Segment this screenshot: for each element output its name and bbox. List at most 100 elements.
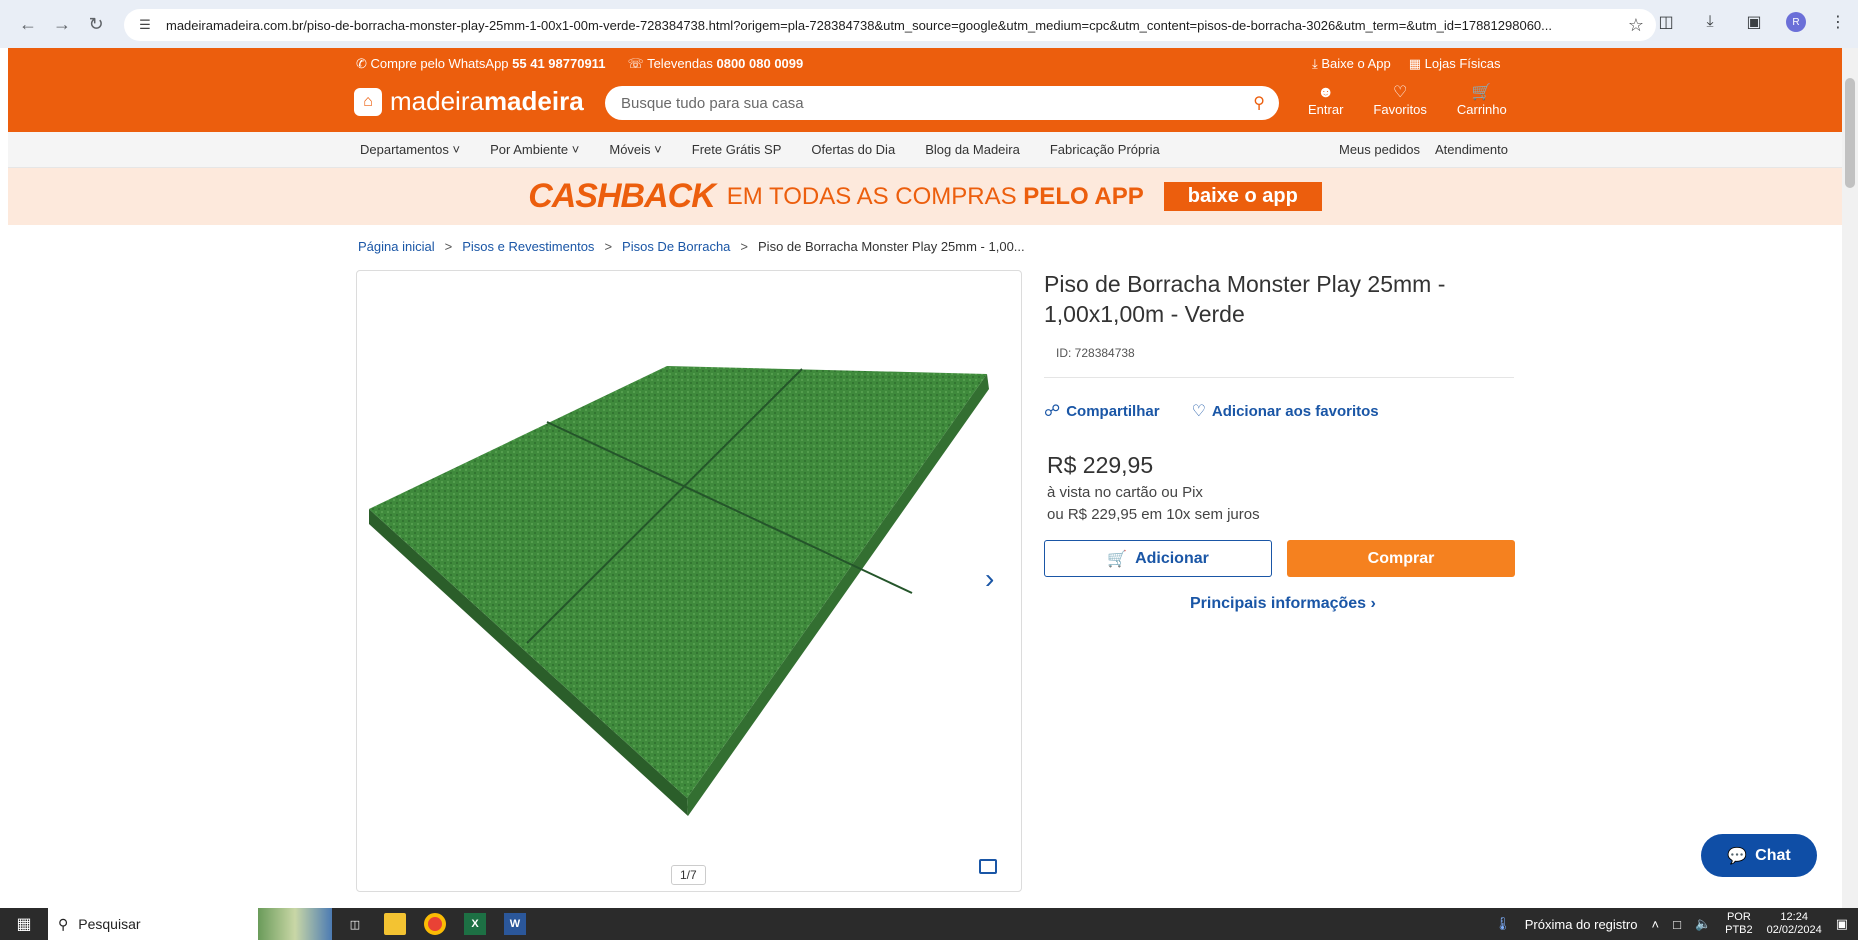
nav-item-ofertas[interactable]: Ofertas do Dia — [811, 142, 895, 157]
tray-expand-icon[interactable]: ˄ — [1651, 917, 1659, 932]
taskbar-apps: ◫ X W — [344, 913, 526, 935]
product-gallery: › 1/7 — [356, 270, 1022, 892]
cashback-subtitle-plain: EM TODAS AS COMPRAS — [726, 182, 1017, 210]
logo-text-bold: madeira — [483, 86, 584, 116]
browser-actions: ◫ ⤓ ▣ R ⋮ — [1654, 10, 1850, 34]
nav-item-fabricacao[interactable]: Fabricação Própria — [1050, 142, 1160, 157]
breadcrumb-home[interactable]: Página inicial — [358, 239, 435, 254]
cart-icon: 🛒 — [1107, 550, 1128, 568]
whatsapp-label: Compre pelo WhatsApp — [370, 56, 509, 71]
chrome-icon[interactable] — [424, 913, 446, 935]
lang-code: POR — [1726, 911, 1751, 923]
taskbar-search[interactable]: ⚲ Pesquisar — [48, 908, 258, 940]
category-nav: Departamentos ˅ Por Ambiente ˅ Móveis ˅ … — [8, 132, 1842, 168]
next-image-arrow-icon[interactable]: › — [985, 563, 994, 595]
search-input[interactable]: Busque tudo para sua casa ⚲ — [605, 86, 1279, 120]
volume-icon[interactable]: 🔈 — [1695, 916, 1711, 932]
cashback-subtitle: EM TODAS AS COMPRAS PELO APP — [727, 183, 1144, 211]
add-to-cart-button[interactable]: 🛒 Adicionar — [1044, 540, 1272, 577]
file-explorer-icon[interactable] — [384, 913, 406, 935]
site-info-icon[interactable]: ☰ — [136, 16, 154, 34]
reload-icon[interactable]: ↻ — [82, 10, 110, 38]
share-button[interactable]: ☍ Compartilhar — [1044, 401, 1160, 421]
nav-item-frete-gratis[interactable]: Frete Grátis SP — [692, 142, 782, 157]
add-favorite-button[interactable]: ♡ Adicionar aos favoritos — [1192, 401, 1379, 421]
stores-link[interactable]: ▦ Lojas Físicas — [1409, 56, 1501, 72]
notifications-icon[interactable]: ▣ — [1836, 916, 1848, 932]
taskbar-search-label: Pesquisar — [78, 916, 141, 932]
profile-avatar[interactable]: R — [1786, 12, 1806, 32]
chevron-right-icon: > — [604, 239, 613, 254]
user-icon: ☻ — [1317, 84, 1335, 101]
fullscreen-gallery-icon[interactable] — [979, 859, 997, 874]
chat-label: Chat — [1755, 846, 1791, 864]
cart-label: Carrinho — [1456, 102, 1507, 117]
buy-now-button[interactable]: Comprar — [1287, 540, 1515, 577]
breadcrumb-subcategory[interactable]: Pisos De Borracha — [622, 239, 730, 254]
site-logo[interactable]: ⌂ madeira madeira — [354, 86, 584, 117]
clock-date: 02/02/2024 — [1766, 924, 1822, 936]
lang-layout: PTB2 — [1725, 924, 1753, 936]
weather-thermometer-icon[interactable]: 🌡 — [1494, 916, 1511, 932]
browser-toolbar: ← → ↻ ☰ madeiramadeira.com.br/piso-de-bo… — [0, 0, 1858, 48]
download-icon[interactable]: ⤓ — [1698, 10, 1722, 34]
header-user-actions: ☻ Entrar ♡ Favoritos 🛒 Carrinho — [1308, 84, 1507, 117]
task-view-icon[interactable]: ◫ — [344, 913, 366, 935]
search-icon[interactable]: ⚲ — [1253, 93, 1265, 113]
whatsapp-number: 55 41 98770911 — [512, 56, 606, 71]
cashback-banner[interactable]: CASHBACK EM TODAS AS COMPRAS PELO APP ba… — [8, 168, 1842, 225]
language-indicator[interactable]: POR PTB2 — [1725, 911, 1753, 937]
scrollbar-thumb[interactable] — [1845, 78, 1855, 188]
address-bar[interactable]: ☰ madeiramadeira.com.br/piso-de-borracha… — [124, 9, 1656, 41]
image-counter: 1/7 — [671, 865, 706, 885]
support-link[interactable]: Atendimento — [1435, 142, 1508, 157]
chat-bubble-icon: 💬 — [1727, 847, 1748, 865]
favorites-button[interactable]: ♡ Favoritos — [1373, 84, 1426, 117]
download-app-banner-button[interactable]: baixe o app — [1163, 182, 1322, 211]
extensions-icon[interactable]: ◫ — [1654, 10, 1678, 34]
page-scrollbar[interactable] — [1842, 48, 1858, 908]
cashback-subtitle-bold: PELO APP — [1023, 182, 1144, 210]
word-icon[interactable]: W — [504, 913, 526, 935]
main-info-link[interactable]: Principais informações › — [1190, 595, 1376, 613]
product-image[interactable] — [357, 271, 1022, 892]
chevron-right-icon: > — [740, 239, 749, 254]
nav-right-links: Meus pedidos Atendimento — [1339, 142, 1508, 157]
windows-start-icon[interactable]: ▦ — [0, 908, 48, 940]
login-button[interactable]: ☻ Entrar — [1308, 84, 1343, 117]
nav-item-por-ambiente[interactable]: Por Ambiente ˅ — [490, 142, 579, 157]
logo-text-light: madeira — [390, 86, 484, 116]
excel-icon[interactable]: X — [464, 913, 486, 935]
televendas-number: 0800 080 0099 — [716, 56, 804, 71]
divider — [1044, 377, 1514, 378]
download-app-link[interactable]: ⤓ Baixe o App — [1312, 56, 1391, 72]
add-to-cart-label: Adicionar — [1135, 549, 1209, 567]
clock[interactable]: 12:24 02/02/2024 — [1767, 911, 1822, 937]
back-icon[interactable]: ← — [14, 10, 42, 38]
download-app-label: Baixe o App — [1321, 56, 1391, 71]
televendas-link[interactable]: ☏ Televendas 0800 080 0099 — [627, 56, 803, 72]
system-tray: 🌡 Próxima do registro ˄ □ 🔈 POR PTB2 12:2… — [1494, 908, 1848, 940]
my-orders-link[interactable]: Meus pedidos — [1339, 142, 1420, 157]
tray-notification-text[interactable]: Próxima do registro — [1525, 917, 1638, 932]
sidepanel-icon[interactable]: ▣ — [1742, 10, 1766, 34]
product-actions: ☍ Compartilhar ♡ Adicionar aos favoritos — [1044, 401, 1379, 421]
cashback-title: CASHBACK — [528, 177, 716, 215]
url-text[interactable]: madeiramadeira.com.br/piso-de-borracha-m… — [166, 18, 1626, 33]
forward-icon[interactable]: → — [48, 10, 76, 38]
product-price: R$ 229,95 — [1047, 452, 1154, 478]
breadcrumb-category[interactable]: Pisos e Revestimentos — [462, 239, 594, 254]
chat-button[interactable]: 💬 Chat — [1701, 834, 1817, 877]
whatsapp-link[interactable]: ✆ Compre pelo WhatsApp 55 41 98770911 — [356, 56, 605, 72]
nav-item-departamentos[interactable]: Departamentos ˅ — [360, 142, 460, 157]
nav-item-blog[interactable]: Blog da Madeira — [925, 142, 1020, 157]
cart-button[interactable]: 🛒 Carrinho — [1457, 84, 1507, 117]
category-nav-items: Departamentos ˅ Por Ambiente ˅ Móveis ˅ … — [360, 142, 1160, 157]
network-icon[interactable]: □ — [1673, 917, 1681, 932]
search-placeholder: Busque tudo para sua casa — [621, 94, 804, 112]
bookmark-star-icon[interactable]: ☆ — [1628, 15, 1644, 36]
product-id: ID: 728384738 — [1056, 346, 1135, 360]
nav-item-moveis[interactable]: Móveis ˅ — [609, 142, 661, 157]
stores-label: Lojas Físicas — [1424, 56, 1501, 71]
menu-icon[interactable]: ⋮ — [1826, 10, 1850, 34]
